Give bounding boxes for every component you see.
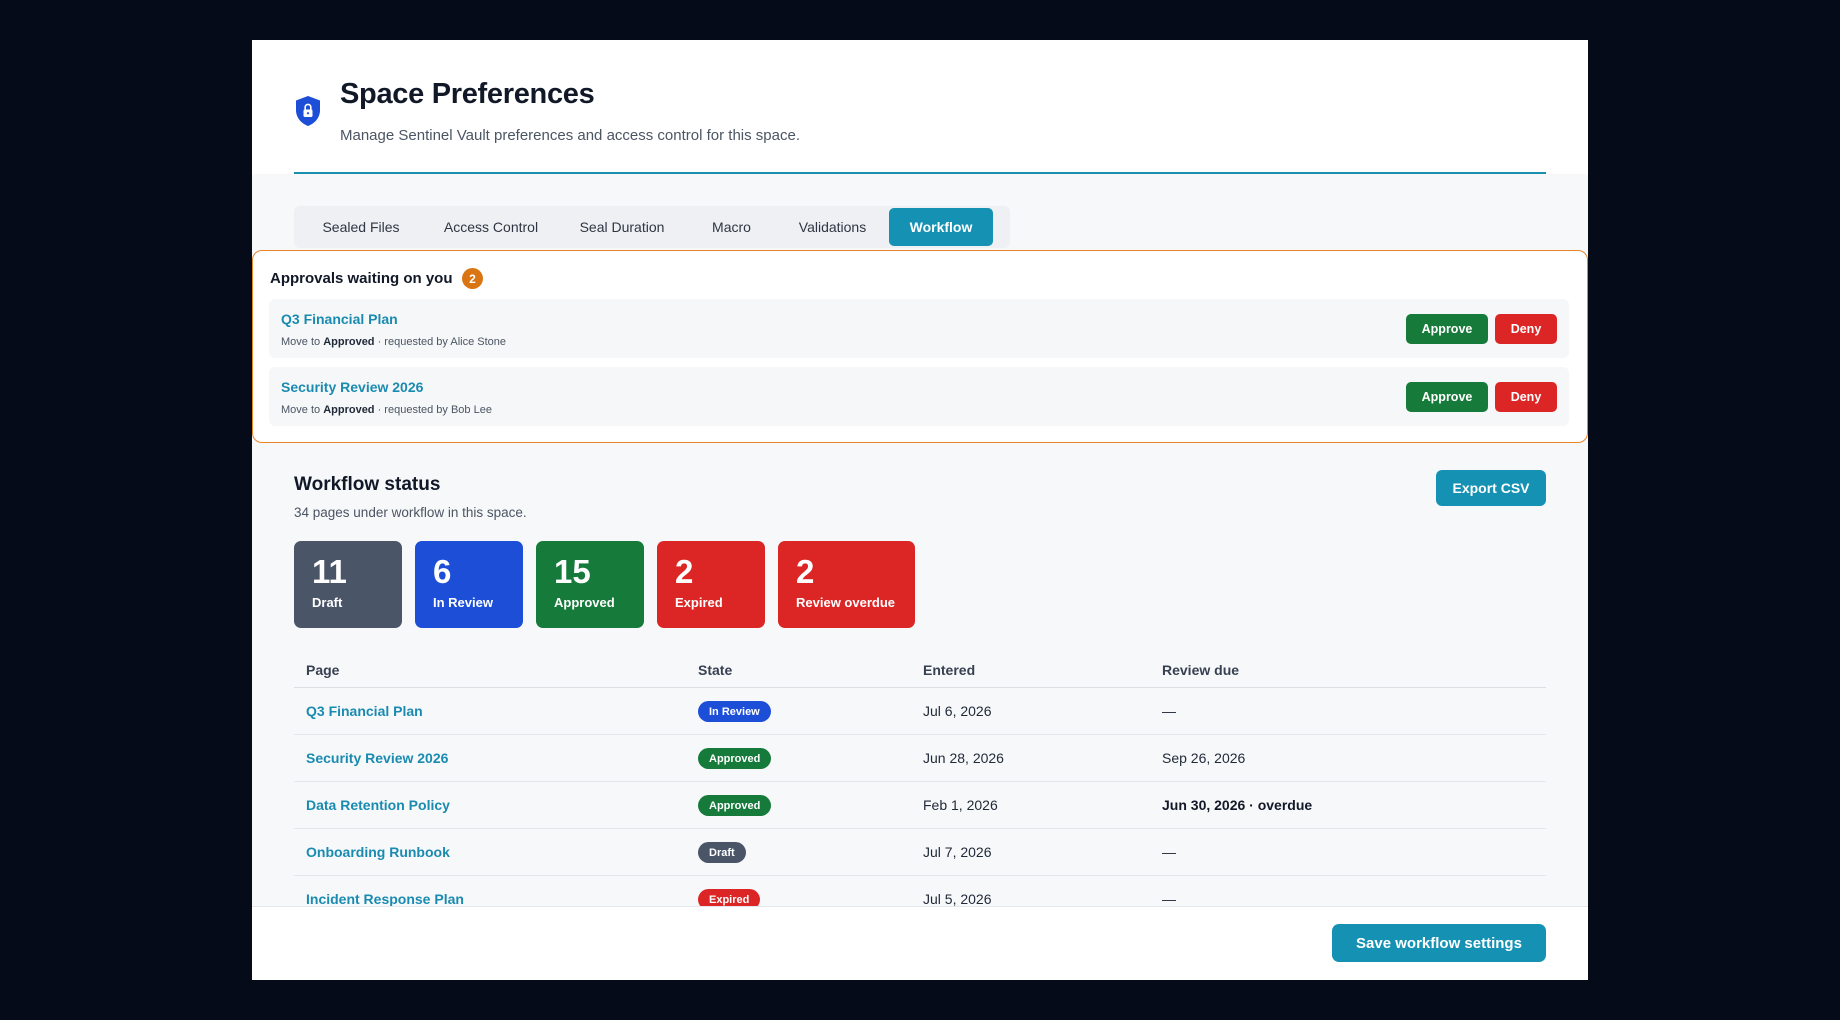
entered-date: Jul 6, 2026 [923, 703, 992, 719]
stat-label: In Review [433, 595, 493, 610]
approvals-title: Approvals waiting on you [270, 270, 453, 287]
stat-card-expired: 2 Expired [657, 541, 765, 628]
table-row: Onboarding Runbook Draft Jul 7, 2026 — [294, 829, 1546, 876]
tab-sealed-files[interactable]: Sealed Files [297, 208, 425, 246]
page-link[interactable]: Q3 Financial Plan [306, 703, 423, 719]
approval-page-link[interactable]: Security Review 2026 [281, 379, 423, 395]
page-subtitle: Manage Sentinel Vault preferences and ac… [340, 127, 800, 144]
table-row: Q3 Financial Plan In Review Jul 6, 2026 … [294, 688, 1546, 735]
approvals-panel: Approvals waiting on you 2 Q3 Financial … [252, 250, 1588, 443]
review-due: Jun 30, 2026 · overdue [1162, 797, 1313, 813]
tab-macro[interactable]: Macro [687, 208, 776, 246]
save-workflow-settings-button[interactable]: Save workflow settings [1332, 924, 1546, 962]
state-badge: Draft [698, 842, 746, 863]
stat-value: 2 [796, 553, 815, 590]
review-due: — [1162, 844, 1176, 860]
review-due: — [1162, 891, 1176, 907]
entered-date: Jul 5, 2026 [923, 891, 992, 907]
page-link[interactable]: Security Review 2026 [306, 750, 448, 766]
stat-card-review-overdue: 2 Review overdue [778, 541, 915, 628]
stat-label: Expired [675, 595, 723, 610]
approval-meta: Move to Approved · requested by Bob Lee [281, 404, 492, 416]
page-link[interactable]: Incident Response Plan [306, 891, 464, 907]
settings-tabs: Sealed Files Access Control Seal Duratio… [294, 206, 1010, 248]
entered-date: Jun 28, 2026 [923, 750, 1004, 766]
state-badge: Approved [698, 795, 772, 816]
approval-page-link[interactable]: Q3 Financial Plan [281, 311, 398, 327]
stat-card-in-review: 6 In Review [415, 541, 523, 628]
state-badge: In Review [698, 701, 771, 722]
stat-value: 6 [433, 553, 452, 590]
stat-label: Approved [554, 595, 615, 610]
deny-button[interactable]: Deny [1495, 314, 1557, 344]
tab-workflow[interactable]: Workflow [889, 208, 993, 246]
review-due: Sep 26, 2026 [1162, 750, 1246, 766]
approve-button[interactable]: Approve [1406, 314, 1488, 344]
column-header-state: State [698, 662, 733, 678]
tab-seal-duration[interactable]: Seal Duration [557, 208, 687, 246]
page-title: Space Preferences [340, 78, 595, 110]
approvals-count-badge: 2 [462, 268, 483, 289]
stat-card-approved: 15 Approved [536, 541, 644, 628]
deny-button[interactable]: Deny [1495, 382, 1557, 412]
entered-date: Feb 1, 2026 [923, 797, 998, 813]
state-badge: Approved [698, 748, 772, 769]
approve-button[interactable]: Approve [1406, 382, 1488, 412]
column-header-entered: Entered [923, 662, 976, 678]
workflow-status-title: Workflow status [294, 474, 441, 495]
tab-access-control[interactable]: Access Control [425, 208, 557, 246]
header-divider [294, 172, 1546, 174]
tab-validations[interactable]: Validations [776, 208, 889, 246]
table-row: Security Review 2026 Approved Jun 28, 20… [294, 735, 1546, 782]
workflow-status-subtitle: 34 pages under workflow in this space. [294, 505, 527, 520]
stat-value: 15 [554, 553, 591, 590]
footer-bar: Save workflow settings [252, 906, 1588, 980]
page-header: Space Preferences Manage Sentinel Vault … [252, 40, 1588, 174]
export-csv-button[interactable]: Export CSV [1436, 470, 1546, 506]
column-header-page: Page [306, 662, 340, 678]
table-row: Data Retention Policy Approved Feb 1, 20… [294, 782, 1546, 829]
stat-value: 11 [312, 553, 347, 590]
page-link[interactable]: Data Retention Policy [306, 797, 450, 813]
stat-card-draft: 11 Draft [294, 541, 402, 628]
table-header: Page State Entered Review due [294, 638, 1546, 688]
stat-label: Review overdue [796, 595, 895, 610]
page-link[interactable]: Onboarding Runbook [306, 844, 450, 860]
entered-date: Jul 7, 2026 [923, 844, 992, 860]
column-header-review-due: Review due [1162, 662, 1240, 678]
space-preferences-panel: Space Preferences Manage Sentinel Vault … [252, 40, 1588, 980]
stat-label: Draft [312, 595, 343, 610]
approval-item: Q3 Financial Plan Move to Approved · req… [269, 299, 1569, 358]
approval-item: Security Review 2026 Move to Approved · … [269, 367, 1569, 426]
stat-value: 2 [675, 553, 694, 590]
review-due: — [1162, 703, 1176, 719]
approval-meta: Move to Approved · requested by Alice St… [281, 336, 506, 348]
shield-lock-icon [296, 96, 320, 126]
